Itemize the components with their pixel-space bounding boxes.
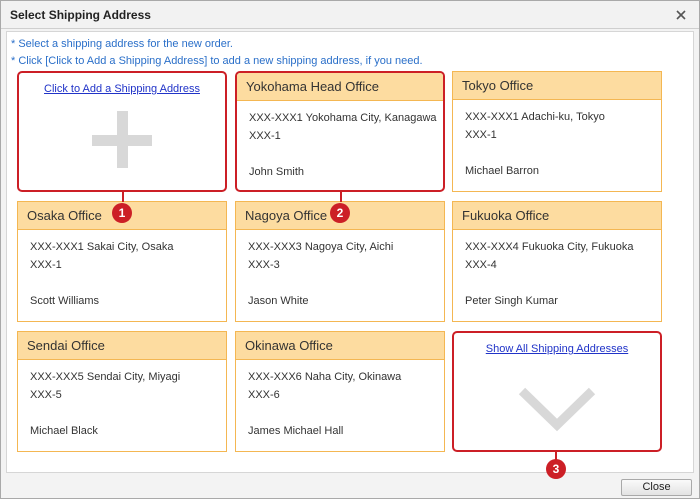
card-header: Okinawa Office [236,332,444,360]
chevron-down-icon[interactable] [516,385,598,433]
address-line1: XXX-XXX3 Nagoya City, Aichi [248,241,394,253]
callout-badge-1: 1 [112,203,132,223]
callout-badge-3: 3 [546,459,566,479]
contact-name: Jason White [248,295,309,307]
office-name: Sendai Office [27,338,105,353]
dialog-title: Select Shipping Address [10,8,151,22]
address-line2: XXX-6 [248,389,280,401]
contact-name: Michael Black [30,425,98,437]
shipping-address-dialog: Select Shipping Address * Select a shipp… [0,0,700,499]
office-name: Nagoya Office [245,208,328,223]
address-line2: XXX-1 [465,129,497,141]
address-card-yokohama[interactable]: Yokohama Head Office XXX-XXX1 Yokohama C… [235,71,445,192]
contact-name: John Smith [249,166,305,178]
contact-name: Peter Singh Kumar [465,295,558,307]
card-header: Sendai Office [18,332,226,360]
add-shipping-address-card[interactable]: Click to Add a Shipping Address [17,71,227,192]
address-line1: XXX-XXX6 Naha City, Okinawa [248,371,402,383]
instruction-text: * Click [Click to Add a Shipping Address… [11,55,423,67]
office-name: Tokyo Office [462,78,534,93]
close-button[interactable]: Close [621,479,692,496]
office-name: Okinawa Office [245,338,333,353]
address-line1: XXX-XXX1 Yokohama City, Kanagawa [249,112,437,124]
address-card-sendai[interactable]: Sendai Office XXX-XXX5 Sendai City, Miya… [17,331,227,452]
address-line1: XXX-XXX1 Sakai City, Osaka [30,241,174,253]
address-line1: XXX-XXX5 Sendai City, Miyagi [30,371,181,383]
callout-line [122,190,124,202]
office-name: Yokohama Head Office [246,79,379,94]
dialog-titlebar: Select Shipping Address [1,1,699,29]
address-card-tokyo[interactable]: Tokyo Office XXX-XXX1 Adachi-ku, Tokyo X… [452,71,662,192]
card-header: Fukuoka Office [453,202,661,230]
address-line2: XXX-3 [248,259,280,271]
add-shipping-address-link[interactable]: Click to Add a Shipping Address [19,83,225,95]
callout-line [340,190,342,202]
show-all-addresses-link[interactable]: Show All Shipping Addresses [454,343,660,355]
card-header: Yokohama Head Office [237,73,443,101]
dialog-content: * Select a shipping address for the new … [6,31,694,473]
address-line2: XXX-5 [30,389,62,401]
address-card-okinawa[interactable]: Okinawa Office XXX-XXX6 Naha City, Okina… [235,331,445,452]
address-line2: XXX-1 [249,130,281,142]
address-line1: XXX-XXX4 Fukuoka City, Fukuoka [465,241,634,253]
callout-badge-2: 2 [330,203,350,223]
contact-name: Scott Williams [30,295,100,307]
address-card-fukuoka[interactable]: Fukuoka Office XXX-XXX4 Fukuoka City, Fu… [452,201,662,322]
contact-name: Michael Barron [465,165,539,177]
address-line1: XXX-XXX1 Adachi-ku, Tokyo [465,111,605,123]
office-name: Fukuoka Office [462,208,550,223]
address-line2: XXX-4 [465,259,497,271]
close-icon[interactable] [672,6,690,24]
card-header: Tokyo Office [453,72,661,100]
contact-name: James Michael Hall [248,425,344,437]
address-line2: XXX-1 [30,259,62,271]
show-all-addresses-card[interactable]: Show All Shipping Addresses [452,331,662,452]
instruction-text: * Select a shipping address for the new … [11,38,233,50]
office-name: Osaka Office [27,208,102,223]
